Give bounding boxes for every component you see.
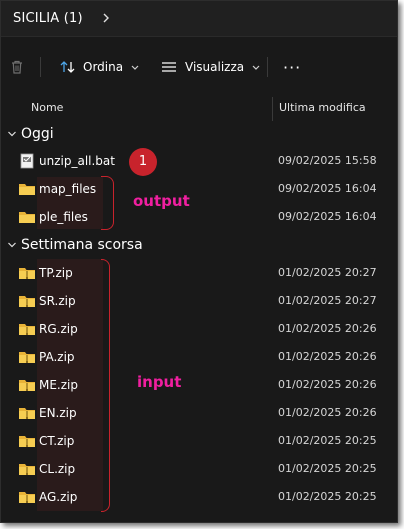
more-icon: ··· — [283, 57, 302, 77]
file-name: map_files — [39, 182, 97, 196]
view-label: Visualizza — [185, 60, 245, 74]
sort-label: Ordina — [83, 60, 124, 74]
file-date: 01/02/2025 20:26 — [278, 350, 377, 363]
file-name: RG.zip — [39, 322, 78, 336]
file-date: 01/02/2025 20:26 — [278, 378, 377, 391]
step-badge: 1 — [129, 148, 157, 176]
file-date: 09/02/2025 16:04 — [278, 210, 377, 223]
zip-folder-icon — [19, 464, 35, 475]
chevron-right-icon[interactable] — [99, 11, 113, 25]
file-name: SR.zip — [39, 294, 76, 308]
list-item[interactable]: TP.zip 01/02/2025 20:27 — [1, 259, 397, 287]
file-name: CL.zip — [39, 462, 76, 476]
output-annotation: output — [133, 192, 190, 210]
view-list-icon — [162, 62, 176, 72]
zip-folder-icon — [19, 380, 35, 391]
list-item[interactable]: ME.zip 01/02/2025 20:26 — [1, 371, 397, 399]
chevron-down-icon — [252, 65, 260, 70]
file-date: 01/02/2025 20:26 — [278, 406, 377, 419]
file-explorer-window: SICILIA (1) Ordina Visualizza ··· Nome U… — [0, 0, 398, 523]
chevron-down-icon — [131, 65, 139, 70]
file-date: 01/02/2025 20:27 — [278, 294, 377, 307]
more-options-button[interactable]: ··· — [283, 53, 301, 81]
column-divider[interactable] — [272, 97, 273, 121]
folder-icon — [19, 212, 35, 223]
file-name: TP.zip — [39, 266, 73, 280]
list-item[interactable]: AG.zip 01/02/2025 20:25 — [1, 483, 397, 511]
zip-folder-icon — [19, 492, 35, 503]
file-name: CT.zip — [39, 434, 75, 448]
file-name: ple_files — [39, 210, 88, 224]
file-name: AG.zip — [39, 490, 78, 504]
zip-folder-icon — [19, 268, 35, 279]
group-label: Oggi — [21, 126, 54, 142]
toolbar-divider — [267, 57, 268, 77]
group-header-today[interactable]: Oggi — [1, 122, 397, 146]
zip-folder-icon — [19, 296, 35, 307]
column-header-modified[interactable]: Ultima modifica — [279, 97, 366, 121]
input-bracket — [101, 259, 110, 512]
list-item[interactable]: SR.zip 01/02/2025 20:27 — [1, 287, 397, 315]
file-name: EN.zip — [39, 406, 77, 420]
column-header-name[interactable]: Nome — [31, 97, 63, 121]
input-annotation: input — [137, 373, 182, 391]
list-item[interactable]: map_files 09/02/2025 16:04 — [1, 175, 397, 203]
file-name: ME.zip — [39, 378, 78, 392]
command-bar: Ordina Visualizza ··· — [1, 36, 397, 98]
file-date: 01/02/2025 20:25 — [278, 462, 377, 475]
folder-icon — [19, 184, 35, 195]
file-date: 01/02/2025 20:25 — [278, 490, 377, 503]
file-name: PA.zip — [39, 350, 75, 364]
list-item[interactable]: RG.zip 01/02/2025 20:26 — [1, 315, 397, 343]
sort-icon — [60, 61, 75, 73]
delete-button[interactable] — [9, 53, 25, 81]
file-date: 01/02/2025 20:25 — [278, 434, 377, 447]
bat-file-icon — [20, 153, 34, 169]
address-bar: SICILIA (1) — [1, 1, 397, 36]
list-item[interactable]: PA.zip 01/02/2025 20:26 — [1, 343, 397, 371]
column-header-row: Nome Ultima modifica — [1, 97, 397, 121]
group-header-last-week[interactable]: Settimana scorsa — [1, 233, 397, 257]
list-item[interactable]: CL.zip 01/02/2025 20:25 — [1, 455, 397, 483]
group-label: Settimana scorsa — [21, 237, 143, 253]
file-date: 09/02/2025 15:58 — [278, 154, 377, 167]
zip-folder-icon — [19, 408, 35, 419]
zip-folder-icon — [19, 324, 35, 335]
chevron-down-icon[interactable] — [7, 240, 17, 250]
list-item[interactable]: EN.zip 01/02/2025 20:26 — [1, 399, 397, 427]
breadcrumb-folder[interactable]: SICILIA (1) — [13, 11, 83, 26]
zip-folder-icon — [19, 352, 35, 363]
file-name: unzip_all.bat — [39, 154, 115, 168]
sort-button[interactable]: Ordina — [59, 53, 141, 81]
chevron-down-icon[interactable] — [7, 129, 17, 139]
file-date: 09/02/2025 16:04 — [278, 182, 377, 195]
zip-folder-icon — [19, 436, 35, 447]
list-item[interactable]: ple_files 09/02/2025 16:04 — [1, 203, 397, 231]
file-date: 01/02/2025 20:27 — [278, 266, 377, 279]
file-date: 01/02/2025 20:26 — [278, 322, 377, 335]
toolbar-divider — [40, 57, 41, 77]
list-item[interactable]: unzip_all.bat 09/02/2025 15:58 — [1, 147, 397, 175]
trash-icon — [12, 60, 22, 74]
list-item[interactable]: CT.zip 01/02/2025 20:25 — [1, 427, 397, 455]
output-bracket — [101, 176, 114, 230]
view-button[interactable]: Visualizza — [160, 53, 262, 81]
